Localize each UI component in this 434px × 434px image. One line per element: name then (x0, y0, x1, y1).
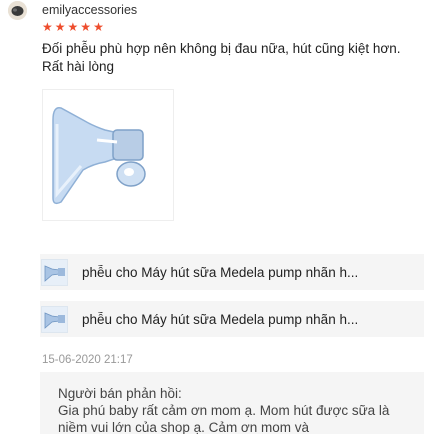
product-image (42, 306, 67, 332)
product-image (42, 259, 67, 285)
seller-response: Người bán phản hồi: Gia phú baby rất cảm… (40, 372, 424, 434)
product-link[interactable]: phễu cho Máy hút sữa Medela pump nhãn h.… (40, 254, 424, 290)
star-icon: ★ (54, 20, 66, 34)
rating-stars: ★ ★ ★ ★ ★ (42, 21, 104, 33)
breast-pump-funnel-image (43, 90, 173, 220)
reviewer-username[interactable]: emilyaccessories (42, 3, 137, 17)
product-link[interactable]: phễu cho Máy hút sữa Medela pump nhãn h.… (40, 301, 424, 337)
review-photo[interactable] (42, 89, 174, 221)
star-icon: ★ (93, 20, 104, 34)
product-name: phễu cho Máy hút sữa Medela pump nhãn h.… (82, 264, 359, 280)
avatar-image (8, 1, 27, 20)
star-icon: ★ (80, 20, 92, 34)
review-timestamp: 15-06-2020 21:17 (42, 354, 133, 366)
product-name: phễu cho Máy hút sữa Medela pump nhãn h.… (82, 311, 359, 327)
avatar[interactable] (8, 1, 27, 20)
seller-response-label: Người bán phản hồi: (58, 386, 182, 401)
star-icon: ★ (42, 20, 53, 34)
seller-response-text: Gia phú baby rất cảm ơn mom ạ. Mom hút đ… (58, 403, 390, 434)
product-thumbnail (41, 258, 68, 286)
review-text: Đối phễu phù hợp nên không bị đau nữa, h… (42, 41, 401, 74)
star-icon: ★ (67, 20, 79, 34)
product-thumbnail (41, 305, 68, 333)
